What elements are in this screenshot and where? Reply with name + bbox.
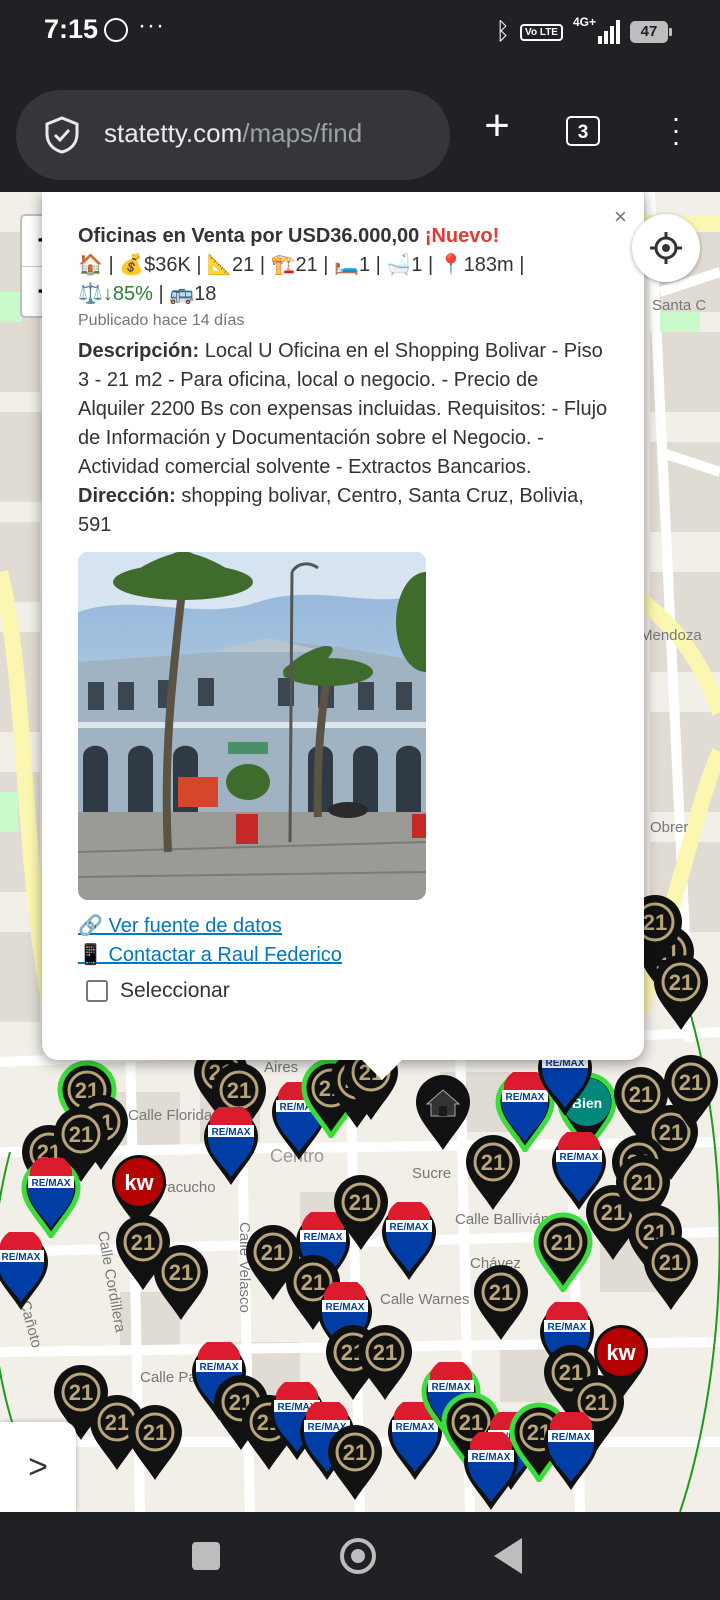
svg-text:21: 21 <box>659 1250 683 1275</box>
svg-text:21: 21 <box>373 1340 397 1365</box>
new-tab-button[interactable]: + <box>474 104 520 152</box>
c21-listing-marker[interactable]: 21 <box>324 1422 386 1502</box>
c21-listing-marker[interactable]: 21 <box>124 1402 186 1482</box>
c21-listing-marker[interactable]: 21 <box>660 1052 720 1132</box>
browser-menu-button[interactable]: · · · <box>666 104 686 156</box>
svg-text:21: 21 <box>481 1150 505 1175</box>
svg-text:RE/MAX: RE/MAX <box>390 1222 429 1233</box>
svg-text:RE/MAX: RE/MAX <box>326 1302 365 1313</box>
remax-listing-marker[interactable]: RE/MAX <box>0 1232 52 1312</box>
c21-listing-marker[interactable]: 21 <box>150 1242 212 1322</box>
remax-listing-marker[interactable]: RE/MAX <box>378 1202 440 1282</box>
signal-icon <box>598 20 620 44</box>
street-label: Obrer <box>650 819 688 836</box>
crosshair-icon <box>650 232 682 264</box>
svg-text:21: 21 <box>343 1440 367 1465</box>
url-text: statetty.com/maps/find <box>104 118 363 148</box>
svg-text:RE/MAX: RE/MAX <box>2 1252 41 1263</box>
contact-link[interactable]: 📱 Contactar a Raul Federico <box>78 941 608 970</box>
bluetooth-icon: ᛒ <box>495 18 511 45</box>
remax-listing-marker[interactable]: RE/MAX <box>540 1412 602 1492</box>
svg-text:kw: kw <box>124 1170 154 1195</box>
remax-listing-marker[interactable]: RE/MAX <box>200 1107 262 1187</box>
home-button[interactable] <box>340 1538 376 1574</box>
listing-description: Descripción: Local U Oficina en el Shopp… <box>78 340 608 478</box>
published-date: Publicado hace 14 días <box>78 312 245 329</box>
popup-content: Oficinas en Venta por USD36.000,00 ¡Nuev… <box>78 222 608 1005</box>
svg-text:21: 21 <box>551 1230 575 1255</box>
select-label: Seleccionar <box>120 979 230 1002</box>
svg-text:21: 21 <box>669 970 693 995</box>
map-view[interactable]: Santa C Mendoza Obrer Calle Florida Sucr… <box>0 192 720 1512</box>
status-time: 7:15 <box>44 14 99 44</box>
address-bar[interactable]: statetty.com/maps/find <box>16 90 450 180</box>
network-type: 4G+ <box>572 15 596 29</box>
svg-text:RE/MAX: RE/MAX <box>560 1152 599 1163</box>
c21-listing-marker[interactable]: 21 <box>640 1232 702 1312</box>
select-option[interactable]: Seleccionar <box>78 976 608 1005</box>
popup-tip <box>360 1058 404 1080</box>
sidebar-toggle-button[interactable]: > <box>0 1422 76 1512</box>
svg-text:21: 21 <box>679 1070 703 1095</box>
remax-listing-marker[interactable]: RE/MAX <box>20 1158 82 1238</box>
street-label: Santa C <box>652 297 706 314</box>
svg-text:21: 21 <box>69 1122 93 1147</box>
shield-icon <box>45 116 79 154</box>
c21-listing-marker[interactable]: 21 <box>470 1262 532 1342</box>
c21-listing-marker[interactable]: 21 <box>354 1322 416 1402</box>
source-link[interactable]: 🔗 Ver fuente de datos <box>78 912 608 941</box>
svg-text:21: 21 <box>631 1170 655 1195</box>
more-notifications-icon: ··· <box>138 12 165 39</box>
system-navigation-bar <box>0 1512 720 1600</box>
building-photo <box>78 552 426 900</box>
street-label: Mendoza <box>640 627 702 644</box>
svg-text:21: 21 <box>227 1078 251 1103</box>
popup-close-button[interactable]: × <box>614 204 627 230</box>
volte-icon: Vo LTE <box>520 23 563 41</box>
locate-button[interactable] <box>632 214 700 282</box>
svg-text:21: 21 <box>169 1260 193 1285</box>
svg-text:RE/MAX: RE/MAX <box>32 1178 71 1189</box>
whatsapp-icon <box>104 18 128 42</box>
svg-text:kw: kw <box>606 1340 636 1365</box>
svg-text:RE/MAX: RE/MAX <box>212 1127 251 1138</box>
listing-popup: × Oficinas en Venta por USD36.000,00 ¡Nu… <box>42 192 644 1080</box>
listing-title: Oficinas en Venta por USD36.000,00 ¡Nuev… <box>78 225 500 247</box>
remax-listing-marker[interactable]: RE/MAX <box>460 1432 522 1512</box>
svg-text:21: 21 <box>489 1280 513 1305</box>
svg-text:RE/MAX: RE/MAX <box>472 1452 511 1463</box>
c21-listing-marker[interactable]: 21 <box>462 1132 524 1212</box>
svg-text:RE/MAX: RE/MAX <box>552 1432 591 1443</box>
new-badge: ¡Nuevo! <box>424 225 500 247</box>
listing-address: Dirección: shopping bolivar, Centro, San… <box>78 485 584 536</box>
svg-text:RE/MAX: RE/MAX <box>548 1322 587 1333</box>
svg-text:21: 21 <box>143 1420 167 1445</box>
c21-listing-marker[interactable]: 21 <box>650 952 712 1032</box>
street-label: Sucre <box>412 1165 451 1182</box>
listing-photo[interactable] <box>78 552 426 900</box>
status-bar: 7:15 ··· ᛒ Vo LTE 4G+ 47 <box>0 0 720 68</box>
street-label: Calle Warnes <box>380 1291 469 1308</box>
svg-text:21: 21 <box>349 1190 373 1215</box>
tab-switcher-button[interactable]: 3 <box>566 116 600 146</box>
battery-icon: 47 <box>630 21 672 43</box>
svg-text:21: 21 <box>643 910 667 935</box>
status-icons: ᛒ Vo LTE 4G+ 47 <box>495 15 672 46</box>
back-button[interactable] <box>494 1538 522 1574</box>
recents-button[interactable] <box>192 1542 220 1570</box>
browser-toolbar: statetty.com/maps/find + 3 · · · <box>0 68 720 192</box>
listing-stats: 🏠 | 💰$36K | 📐21 | 🏗️21 | 🛏️1 | 🛁1 | 📍183… <box>78 254 525 305</box>
select-checkbox[interactable] <box>86 979 108 1002</box>
